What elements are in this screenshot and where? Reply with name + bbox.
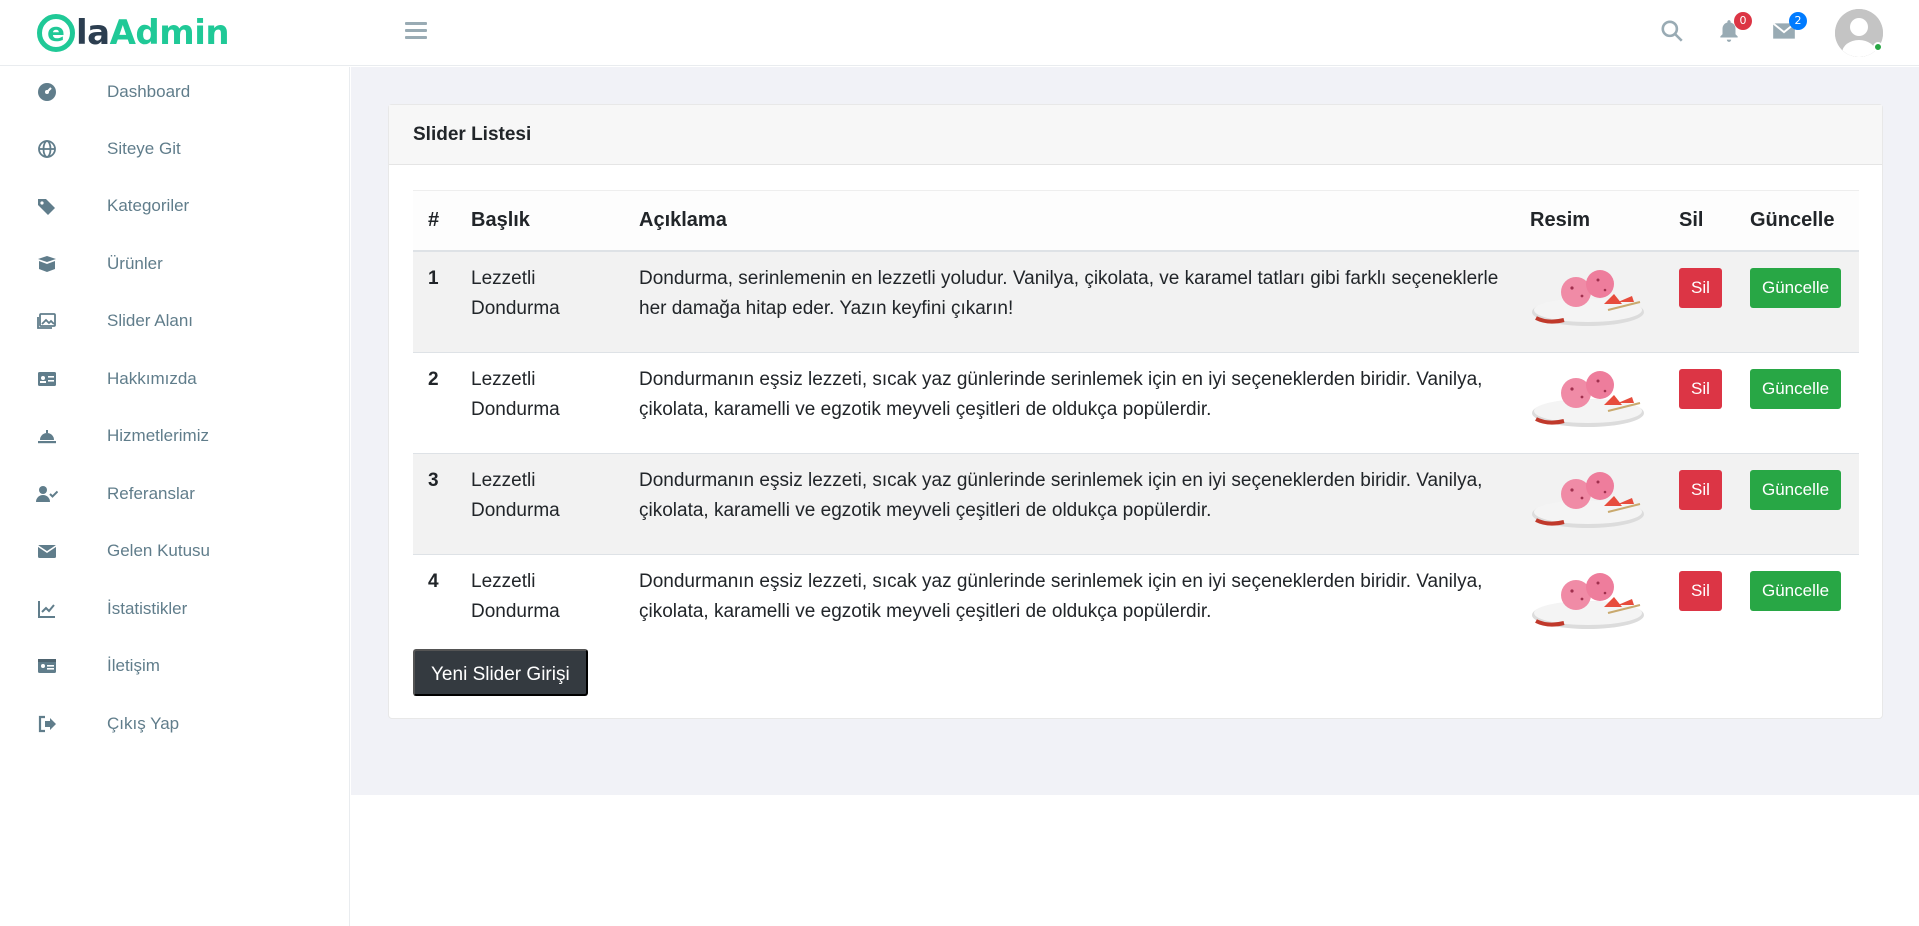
update-button[interactable]: Güncelle (1750, 368, 1842, 409)
box-icon (36, 253, 58, 275)
slider-table: # Başlık Açıklama Resim Sil Güncelle 1 L… (413, 190, 1859, 655)
notifications-bell-icon[interactable]: 0 (1716, 12, 1752, 46)
messages-badge: 2 (1789, 12, 1807, 30)
ice-cream-thumbnail (1532, 370, 1644, 427)
footer-area (351, 795, 1919, 926)
col-header-delete: Sil (1664, 190, 1735, 252)
col-header-update: Güncelle (1735, 190, 1859, 252)
sidebar-item-siteye-git[interactable]: Siteye Git (0, 126, 350, 172)
sidebar-item-hakkimizda[interactable]: Hakkımızda (0, 356, 350, 402)
col-header-num: # (413, 190, 456, 252)
delete-button[interactable]: Sil (1679, 368, 1722, 409)
row-title: Lezzetli Dondurma (456, 553, 624, 655)
update-button[interactable]: Güncelle (1750, 570, 1842, 611)
ice-cream-thumbnail (1532, 572, 1644, 629)
table-row: 4 Lezzetli Dondurma Dondurmanın eşsiz le… (413, 553, 1859, 655)
card-header: Slider Listesi (389, 105, 1882, 165)
ice-cream-thumbnail (1532, 471, 1644, 528)
table-row: 2 Lezzetli Dondurma Dondurmanın eşsiz le… (413, 351, 1859, 453)
sidebar-item-gelen-kutusu[interactable]: Gelen Kutusu (0, 528, 350, 574)
logo-mark: e (37, 14, 75, 52)
search-icon[interactable] (1659, 18, 1687, 46)
update-button[interactable]: Güncelle (1750, 267, 1842, 308)
images-icon (36, 310, 58, 332)
sidebar-item-hizmetlerimiz[interactable]: Hizmetlerimiz (0, 413, 350, 459)
sidebar-item-kategoriler[interactable]: Kategoriler (0, 183, 350, 229)
col-header-image: Resim (1515, 190, 1664, 252)
logo-text: laAdmin (76, 13, 230, 53)
user-check-icon (36, 483, 58, 505)
address-card-icon (36, 655, 58, 677)
sign-out-icon (36, 713, 58, 735)
tags-icon (36, 195, 58, 217)
sidebar-item-referanslar[interactable]: Referanslar (0, 471, 350, 517)
row-update-cell: Güncelle (1735, 553, 1859, 655)
id-card-icon (36, 368, 58, 390)
delete-button[interactable]: Sil (1679, 267, 1722, 308)
update-button[interactable]: Güncelle (1750, 469, 1842, 510)
row-image (1515, 553, 1664, 655)
table-header-row: # Başlık Açıklama Resim Sil Güncelle (413, 190, 1859, 252)
delete-button[interactable]: Sil (1679, 469, 1722, 510)
row-num: 4 (413, 553, 456, 655)
messages-envelope-icon[interactable]: 2 (1771, 12, 1807, 46)
sidebar-item-cikis-yap[interactable]: Çıkış Yap (0, 701, 350, 747)
row-title: Lezzetli Dondurma (456, 250, 624, 352)
row-description: Dondurmanın eşsiz lezzeti, sıcak yaz gün… (624, 553, 1515, 655)
row-image (1515, 250, 1664, 352)
sidebar-item-istatistikler[interactable]: İstatistikler (0, 586, 350, 632)
row-num: 3 (413, 452, 456, 554)
table-row: 1 Lezzetli Dondurma Dondurma, serinlemen… (413, 250, 1859, 352)
row-update-cell: Güncelle (1735, 351, 1859, 453)
row-update-cell: Güncelle (1735, 250, 1859, 352)
sidebar-item-slider-alani[interactable]: Slider Alanı (0, 298, 350, 344)
sidebar-item-dashboard[interactable]: Dashboard (0, 69, 350, 115)
row-description: Dondurmanın eşsiz lezzeti, sıcak yaz gün… (624, 452, 1515, 554)
sidebar-item-urunler[interactable]: Ürünler (0, 241, 350, 287)
menu-toggle-icon[interactable] (405, 22, 427, 42)
row-image (1515, 452, 1664, 554)
row-title: Lezzetli Dondurma (456, 351, 624, 453)
row-delete-cell: Sil (1664, 351, 1735, 453)
row-delete-cell: Sil (1664, 553, 1735, 655)
row-num: 2 (413, 351, 456, 453)
row-num: 1 (413, 250, 456, 352)
ice-cream-thumbnail (1532, 269, 1644, 326)
table-row: 3 Lezzetli Dondurma Dondurmanın eşsiz le… (413, 452, 1859, 554)
concierge-bell-icon (36, 425, 58, 447)
logo[interactable]: e laAdmin (37, 12, 230, 54)
online-status-indicator (1873, 42, 1883, 52)
card-title: Slider Listesi (413, 123, 532, 145)
slider-list-card: Slider Listesi # Başlık Açıklama Resim S… (388, 104, 1883, 719)
col-header-desc: Açıklama (624, 190, 1515, 252)
row-description: Dondurmanın eşsiz lezzeti, sıcak yaz gün… (624, 351, 1515, 453)
new-slider-button[interactable]: Yeni Slider Girişi (413, 649, 588, 696)
dashboard-icon (36, 81, 58, 103)
top-header: e laAdmin 0 2 (0, 0, 1919, 66)
row-delete-cell: Sil (1664, 250, 1735, 352)
sidebar-item-iletisim[interactable]: İletişim (0, 643, 350, 689)
row-delete-cell: Sil (1664, 452, 1735, 554)
globe-icon (36, 138, 58, 160)
delete-button[interactable]: Sil (1679, 570, 1722, 611)
notifications-badge: 0 (1734, 12, 1752, 30)
row-update-cell: Güncelle (1735, 452, 1859, 554)
row-description: Dondurma, serinlemenin en lezzetli yolud… (624, 250, 1515, 352)
row-title: Lezzetli Dondurma (456, 452, 624, 554)
sidebar: Dashboard Siteye Git Kategoriler Ürünler… (0, 67, 350, 926)
chart-line-icon (36, 598, 58, 620)
envelope-icon (36, 540, 58, 562)
col-header-title: Başlık (456, 190, 624, 252)
row-image (1515, 351, 1664, 453)
